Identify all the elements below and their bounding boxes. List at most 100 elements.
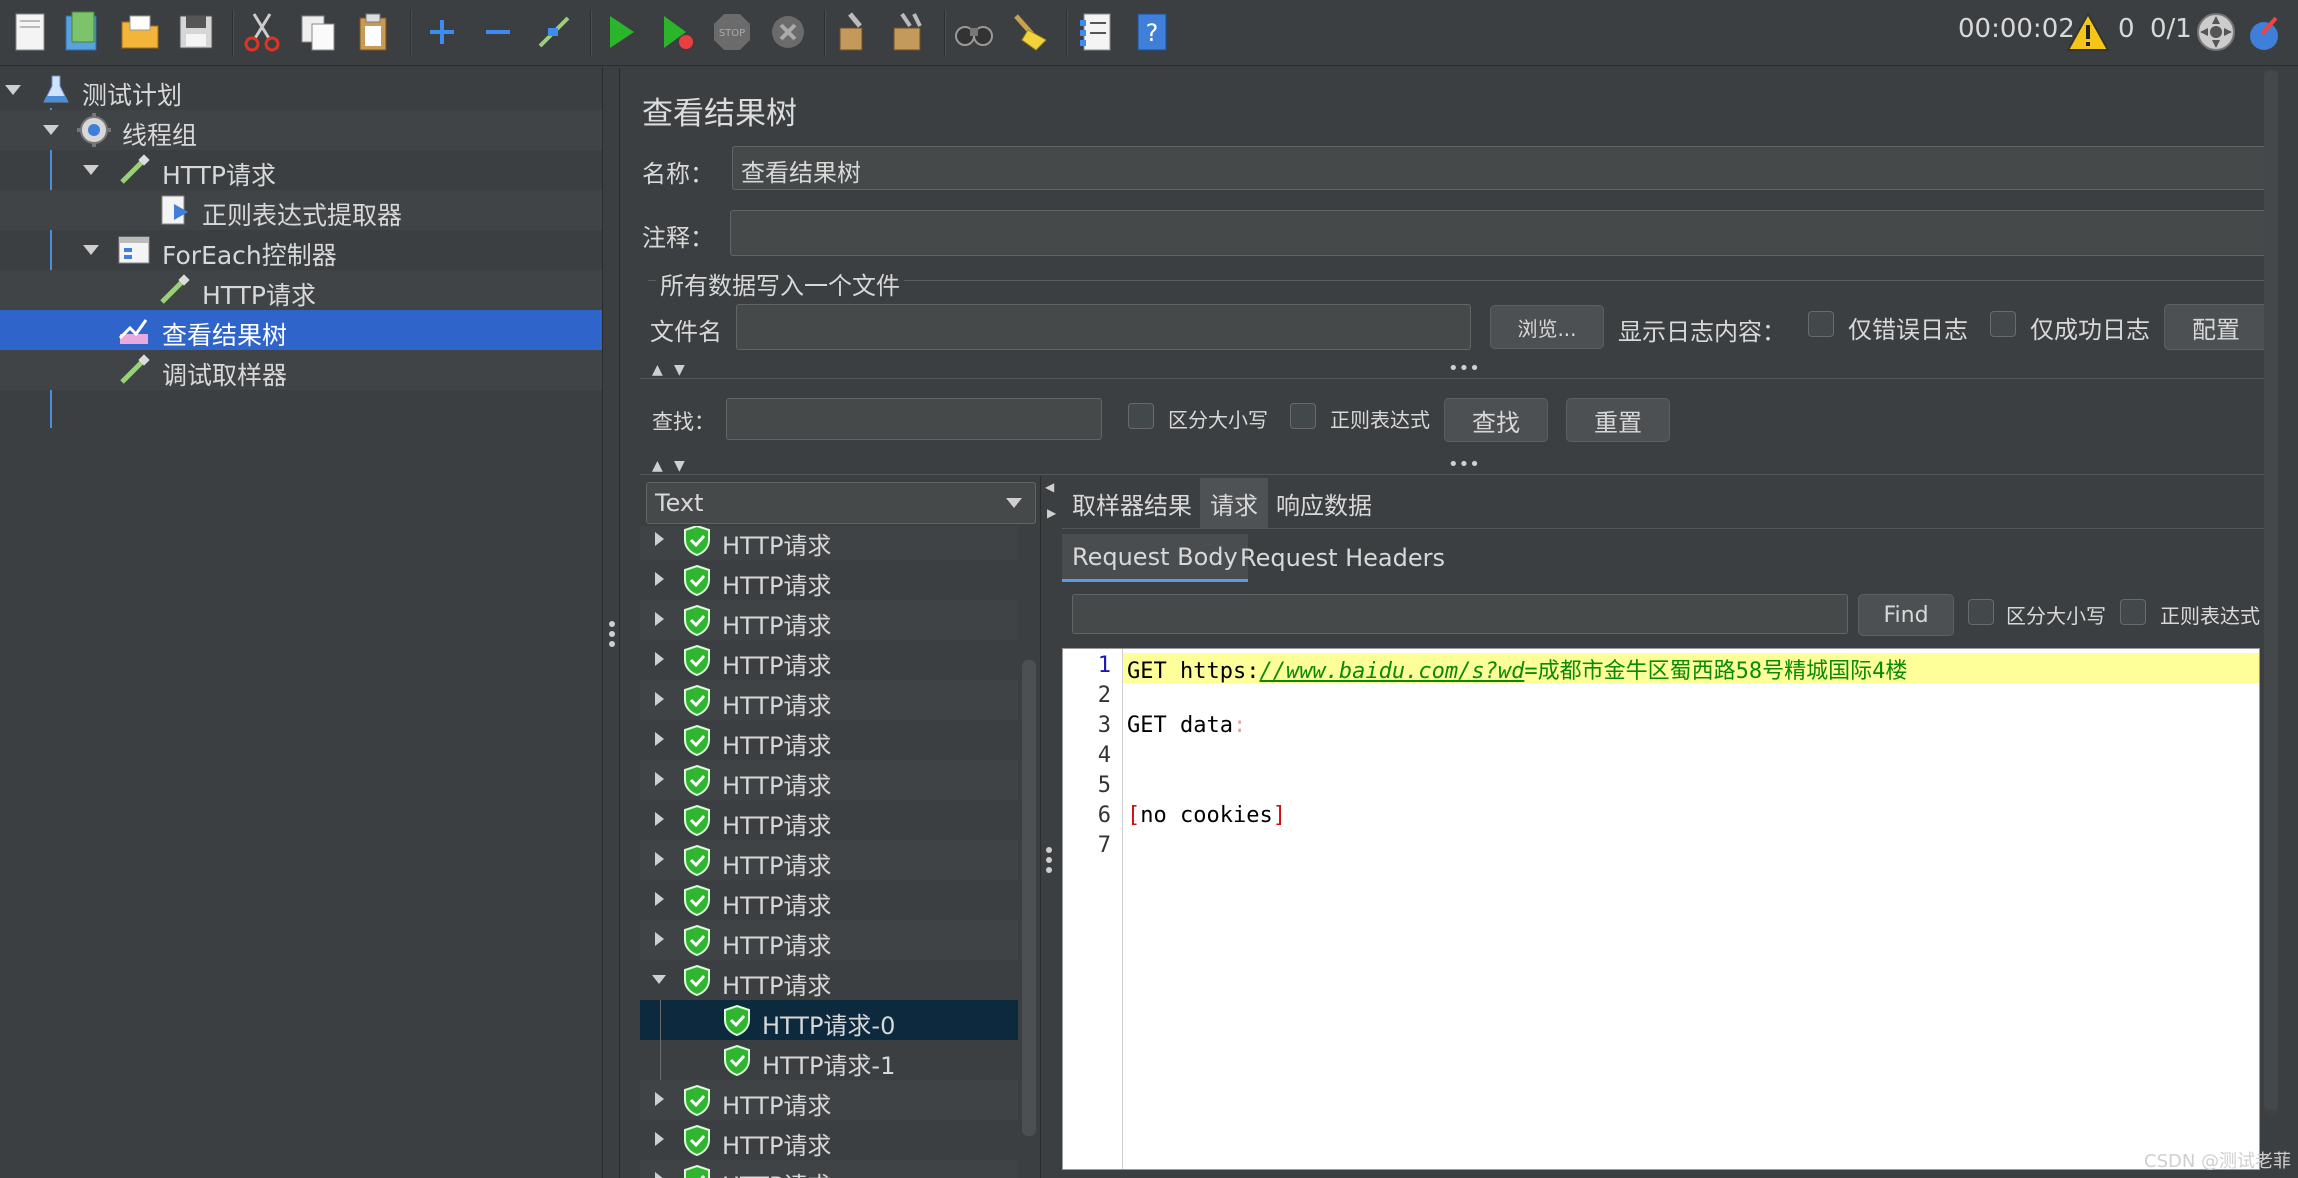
open-icon[interactable] xyxy=(116,8,164,56)
result-item[interactable]: HTTP请求 xyxy=(640,800,1018,840)
result-item[interactable]: HTTP请求 xyxy=(640,680,1018,720)
expand-right-arrow[interactable]: ▶ xyxy=(1047,506,1056,520)
split-pane-handle[interactable] xyxy=(602,68,620,1178)
chevron-down-icon[interactable] xyxy=(650,970,668,988)
expand-icon[interactable] xyxy=(418,8,466,56)
result-item[interactable]: HTTP请求 xyxy=(640,840,1018,880)
renderer-select[interactable]: Text xyxy=(646,482,1036,524)
result-item[interactable]: HTTP请求 xyxy=(640,960,1018,1000)
save-icon[interactable] xyxy=(172,8,220,56)
log-viewer-icon[interactable] xyxy=(2244,8,2292,56)
tree-item-http-request[interactable]: HTTP请求 xyxy=(0,150,602,190)
comment-field[interactable] xyxy=(730,210,2278,256)
results-scrollbar[interactable] xyxy=(1022,660,1036,1136)
tree-item-debug-sampler[interactable]: 调试取样器 xyxy=(0,350,602,390)
tab-request-body[interactable]: Request Body xyxy=(1062,534,1248,582)
expand-down-arrow[interactable]: ▼ xyxy=(674,458,685,474)
result-item[interactable]: HTTP请求 xyxy=(640,526,1018,560)
stop-icon[interactable]: STOP xyxy=(708,8,756,56)
tab-response-data[interactable]: 响应数据 xyxy=(1266,478,1382,528)
filename-field[interactable] xyxy=(736,304,1471,350)
reset-search-icon[interactable] xyxy=(1006,8,1054,56)
cut-icon[interactable] xyxy=(238,8,286,56)
templates-icon[interactable] xyxy=(58,8,106,56)
tree-item-http-request[interactable]: HTTP请求 xyxy=(0,270,602,310)
paste-icon[interactable] xyxy=(350,8,398,56)
regex-checkbox[interactable] xyxy=(1290,403,1316,429)
result-item[interactable]: HTTP请求 xyxy=(640,1080,1018,1120)
panel-scrollbar[interactable] xyxy=(2264,70,2278,1110)
chevron-right-icon[interactable] xyxy=(650,810,668,828)
divider-grip-icon[interactable]: ••• xyxy=(1448,358,1480,379)
tab-request[interactable]: 请求 xyxy=(1200,478,1268,528)
result-item[interactable]: HTTP请求 xyxy=(640,760,1018,800)
result-item[interactable]: HTTP请求 xyxy=(640,560,1018,600)
configure-button[interactable]: 配置 xyxy=(2164,304,2268,350)
tree-item-regex-extractor[interactable]: 正则表达式提取器 xyxy=(0,190,602,230)
result-item[interactable]: HTTP请求 xyxy=(640,1120,1018,1160)
find-button[interactable]: 查找 xyxy=(1444,398,1548,442)
tree-item-thread-group[interactable]: 线程组 xyxy=(0,110,602,150)
collapse-left-arrow[interactable]: ◀ xyxy=(1045,480,1054,494)
search-icon[interactable] xyxy=(950,8,998,56)
body-case-sensitive-checkbox[interactable] xyxy=(1968,599,1994,625)
chevron-right-icon[interactable] xyxy=(650,1170,668,1178)
new-icon[interactable] xyxy=(6,8,54,56)
help-icon[interactable]: ? xyxy=(1128,8,1176,56)
clear-icon[interactable] xyxy=(828,8,876,56)
result-item[interactable]: HTTP请求 xyxy=(640,640,1018,680)
start-no-pause-icon[interactable] xyxy=(652,8,700,56)
success-only-checkbox[interactable] xyxy=(1990,311,2016,337)
tree-item-test-plan[interactable]: 测试计划 xyxy=(0,70,602,110)
result-child-item[interactable]: HTTP请求-0 xyxy=(640,1000,1018,1040)
search-input[interactable] xyxy=(726,398,1102,440)
chevron-down-icon[interactable] xyxy=(2,79,24,101)
errors-only-checkbox[interactable] xyxy=(1808,311,1834,337)
remote-engine-icon[interactable] xyxy=(2192,8,2240,56)
tab-request-headers[interactable]: Request Headers xyxy=(1230,534,1455,582)
chevron-right-icon[interactable] xyxy=(650,930,668,948)
browse-button[interactable]: 浏览... xyxy=(1490,305,1604,349)
request-url[interactable]: //www.baidu.com/s?wd xyxy=(1259,659,1524,684)
tree-item-view-results-tree[interactable]: 查看结果树 xyxy=(0,310,602,350)
chevron-right-icon[interactable] xyxy=(650,730,668,748)
clear-all-icon[interactable] xyxy=(884,8,932,56)
chevron-right-icon[interactable] xyxy=(650,610,668,628)
copy-icon[interactable] xyxy=(294,8,342,56)
chevron-right-icon[interactable] xyxy=(650,1130,668,1148)
body-search-input[interactable] xyxy=(1072,594,1848,634)
divider-grip-icon[interactable]: ••• xyxy=(1448,454,1480,475)
chevron-right-icon[interactable] xyxy=(650,650,668,668)
results-split-handle[interactable]: ◀ ▶ xyxy=(1040,476,1058,1178)
request-body-editor[interactable]: 1 2 3 4 5 6 7 GET https://www.baidu.com/… xyxy=(1062,648,2260,1170)
body-find-button[interactable]: Find xyxy=(1858,594,1954,636)
chevron-right-icon[interactable] xyxy=(650,770,668,788)
start-icon[interactable] xyxy=(596,8,644,56)
body-regex-checkbox[interactable] xyxy=(2120,599,2146,625)
name-field[interactable]: 查看结果树 xyxy=(732,146,2276,190)
expand-down-arrow[interactable]: ▼ xyxy=(674,362,685,378)
tree-item-foreach-controller[interactable]: ForEach控制器 xyxy=(0,230,602,270)
function-helper-icon[interactable] xyxy=(1072,8,1120,56)
tab-sampler-result[interactable]: 取样器结果 xyxy=(1062,478,1202,528)
result-item[interactable]: HTTP请求 xyxy=(640,1160,1018,1178)
chevron-right-icon[interactable] xyxy=(650,890,668,908)
chevron-right-icon[interactable] xyxy=(650,690,668,708)
case-sensitive-checkbox[interactable] xyxy=(1128,403,1154,429)
result-child-item[interactable]: HTTP请求-1 xyxy=(640,1040,1018,1080)
warning-icon[interactable] xyxy=(2064,8,2112,56)
chevron-right-icon[interactable] xyxy=(650,850,668,868)
result-item[interactable]: HTTP请求 xyxy=(640,600,1018,640)
reset-button[interactable]: 重置 xyxy=(1566,398,1670,442)
chevron-right-icon[interactable] xyxy=(650,1090,668,1108)
collapse-icon[interactable] xyxy=(474,8,522,56)
chevron-down-icon[interactable] xyxy=(80,159,102,181)
result-item[interactable]: HTTP请求 xyxy=(640,920,1018,960)
chevron-down-icon[interactable] xyxy=(80,239,102,261)
toggle-icon[interactable] xyxy=(530,8,578,56)
chevron-right-icon[interactable] xyxy=(650,570,668,588)
collapse-up-arrow[interactable]: ▲ xyxy=(652,362,663,378)
shutdown-icon[interactable] xyxy=(764,8,812,56)
collapse-up-arrow[interactable]: ▲ xyxy=(652,458,663,474)
chevron-down-icon[interactable] xyxy=(40,119,62,141)
